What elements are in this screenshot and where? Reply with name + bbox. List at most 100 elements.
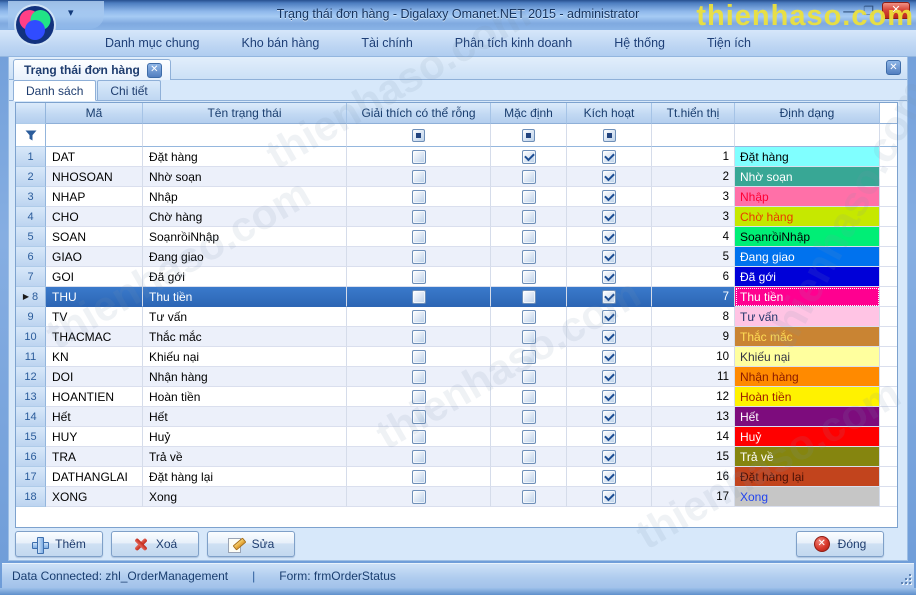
- row-indicator[interactable]: 14: [16, 407, 46, 427]
- checkbox-active[interactable]: [602, 350, 616, 364]
- cell-name[interactable]: Nhờ soạn: [143, 167, 347, 187]
- add-button[interactable]: Thêm: [15, 531, 103, 557]
- grid-row-SOAN[interactable]: 5SOANSoạnrồiNhập4SoạnrồiNhập: [16, 227, 897, 247]
- cell-format[interactable]: Đặt hàng lại: [735, 467, 880, 487]
- minimize-icon[interactable]: —: [843, 4, 855, 18]
- checkbox-default[interactable]: [522, 190, 536, 204]
- checkbox-explain[interactable]: [412, 490, 426, 504]
- cell-name[interactable]: Đang giao: [143, 247, 347, 267]
- close-button[interactable]: ✕ Đóng: [796, 531, 884, 557]
- checkbox-explain[interactable]: [412, 230, 426, 244]
- checkbox-active[interactable]: [602, 290, 616, 304]
- cell-display-order[interactable]: 1: [652, 147, 735, 167]
- checkbox-default[interactable]: [522, 270, 536, 284]
- cell-display-order[interactable]: 5: [652, 247, 735, 267]
- cell-code[interactable]: GIAO: [46, 247, 143, 267]
- cell-display-order[interactable]: 15: [652, 447, 735, 467]
- checkbox-active[interactable]: [602, 370, 616, 384]
- cell-name[interactable]: Khiếu nại: [143, 347, 347, 367]
- checkbox-explain[interactable]: [412, 290, 426, 304]
- grid-row-KN[interactable]: 11KNKhiếu nại10Khiếu nại: [16, 347, 897, 367]
- filter-cell-name[interactable]: [143, 124, 347, 147]
- checkbox-explain[interactable]: [412, 370, 426, 384]
- checkbox-default[interactable]: [522, 350, 536, 364]
- checkbox-active[interactable]: [602, 490, 616, 504]
- cell-display-order[interactable]: 7: [652, 287, 735, 307]
- filter-cell-explain[interactable]: [347, 124, 491, 147]
- cell-code[interactable]: TRA: [46, 447, 143, 467]
- checkbox-explain[interactable]: [412, 450, 426, 464]
- cell-format[interactable]: SoạnrồiNhập: [735, 227, 880, 247]
- checkbox-default[interactable]: [522, 390, 536, 404]
- cell-format[interactable]: Tư vấn: [735, 307, 880, 327]
- checkbox-active[interactable]: [602, 310, 616, 324]
- cell-code[interactable]: THU: [46, 287, 143, 307]
- filter-cell-format[interactable]: [735, 124, 880, 147]
- checkbox-default[interactable]: [522, 290, 536, 304]
- cell-display-order[interactable]: 8: [652, 307, 735, 327]
- row-indicator[interactable]: 11: [16, 347, 46, 367]
- checkbox-default[interactable]: [522, 230, 536, 244]
- panel-close-button[interactable]: ✕: [886, 60, 901, 75]
- cell-format[interactable]: Nhận hàng: [735, 367, 880, 387]
- cell-display-order[interactable]: 13: [652, 407, 735, 427]
- grid-row-HOANTIEN[interactable]: 13HOANTIENHoàn tiền12Hoàn tiền: [16, 387, 897, 407]
- row-indicator[interactable]: ▶8: [16, 287, 46, 307]
- column-header-active[interactable]: Kích hoạt: [567, 103, 652, 124]
- cell-display-order[interactable]: 3: [652, 207, 735, 227]
- menu-he-thong[interactable]: Hệ thống: [593, 32, 686, 54]
- grid-row-XONG[interactable]: 18XONGXong17Xong: [16, 487, 897, 507]
- cell-display-order[interactable]: 17: [652, 487, 735, 507]
- grid-row-TV[interactable]: 9TVTư vấn8Tư vấn: [16, 307, 897, 327]
- menu-tai-chinh[interactable]: Tài chính: [340, 32, 433, 54]
- cell-format[interactable]: Xong: [735, 487, 880, 507]
- cell-format[interactable]: Thu tiền: [735, 287, 880, 307]
- checkbox-active[interactable]: [602, 270, 616, 284]
- checkbox-explain[interactable]: [412, 190, 426, 204]
- checkbox-explain[interactable]: [412, 470, 426, 484]
- cell-name[interactable]: Đã gới: [143, 267, 347, 287]
- cell-format[interactable]: Thắc mắc: [735, 327, 880, 347]
- cell-display-order[interactable]: 12: [652, 387, 735, 407]
- checkbox-active[interactable]: [602, 150, 616, 164]
- cell-format[interactable]: Hoàn tiền: [735, 387, 880, 407]
- row-indicator[interactable]: 12: [16, 367, 46, 387]
- grid-row-GIAO[interactable]: 6GIAOĐang giao5Đang giao: [16, 247, 897, 267]
- column-header-default[interactable]: Mặc định: [491, 103, 567, 124]
- subtab-chi-tiet[interactable]: Chi tiết: [97, 80, 160, 101]
- checkbox-active[interactable]: [602, 330, 616, 344]
- grid-row-DAT[interactable]: 1DATĐặt hàng1Đặt hàng: [16, 147, 897, 167]
- checkbox-explain[interactable]: [412, 350, 426, 364]
- grid-row-NHAP[interactable]: 3NHAPNhập3Nhập: [16, 187, 897, 207]
- cell-display-order[interactable]: 11: [652, 367, 735, 387]
- cell-format[interactable]: Đã gới: [735, 267, 880, 287]
- checkbox-active[interactable]: [602, 190, 616, 204]
- cell-format[interactable]: Hết: [735, 407, 880, 427]
- cell-name[interactable]: Tư vấn: [143, 307, 347, 327]
- cell-name[interactable]: Xong: [143, 487, 347, 507]
- cell-code[interactable]: GOI: [46, 267, 143, 287]
- delete-button[interactable]: Xoá: [111, 531, 199, 557]
- checkbox-active[interactable]: [602, 230, 616, 244]
- checkbox-active[interactable]: [602, 410, 616, 424]
- checkbox-default[interactable]: [522, 370, 536, 384]
- checkbox-explain[interactable]: [412, 270, 426, 284]
- cell-display-order[interactable]: 16: [652, 467, 735, 487]
- cell-code[interactable]: NHAP: [46, 187, 143, 207]
- checkbox-default[interactable]: [522, 430, 536, 444]
- row-indicator[interactable]: 16: [16, 447, 46, 467]
- cell-code[interactable]: SOAN: [46, 227, 143, 247]
- checkbox-active[interactable]: [602, 390, 616, 404]
- column-header-order[interactable]: Tt.hiển thị: [652, 103, 735, 124]
- checkbox-active[interactable]: [602, 450, 616, 464]
- cell-display-order[interactable]: 14: [652, 427, 735, 447]
- resize-grip[interactable]: [897, 570, 911, 584]
- grid-row-THACMAC[interactable]: 10THACMACThắc mắc9Thắc mắc: [16, 327, 897, 347]
- row-indicator[interactable]: 4: [16, 207, 46, 227]
- cell-format[interactable]: Khiếu nại: [735, 347, 880, 367]
- app-logo-icon[interactable]: [13, 3, 57, 47]
- cell-code[interactable]: CHO: [46, 207, 143, 227]
- column-header-code[interactable]: Mã: [46, 103, 143, 124]
- menu-kho-ban-hang[interactable]: Kho bán hàng: [221, 32, 341, 54]
- checkbox-explain[interactable]: [412, 250, 426, 264]
